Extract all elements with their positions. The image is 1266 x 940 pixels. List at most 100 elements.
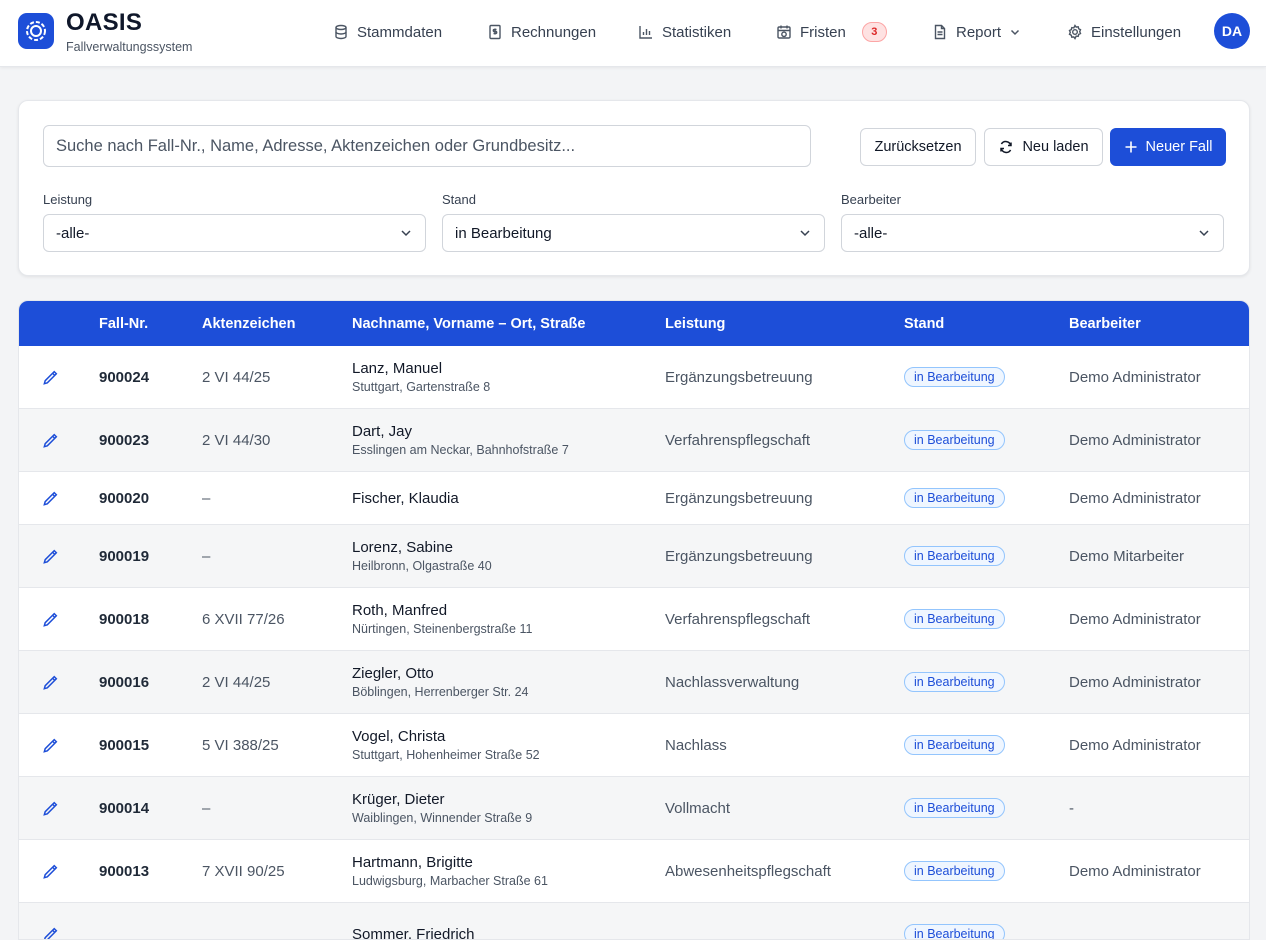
edit-icon[interactable] [42, 525, 59, 587]
table-row[interactable]: 900018 6 XVII 77/26 Roth, ManfredNürting… [19, 588, 1250, 651]
file-reference: 5 VI 388/25 [202, 737, 279, 754]
assignee: - [1069, 800, 1074, 817]
reload-button-label: Neu laden [1022, 139, 1088, 155]
reset-button[interactable]: Zurücksetzen [860, 128, 976, 166]
bearbeiter-select[interactable]: -alle- [841, 214, 1224, 252]
table-row[interactable]: 900019 – Lorenz, Sabine Heilbronn, Olgast… [19, 525, 1250, 588]
status-badge: in Bearbeitung [904, 861, 1005, 881]
person-address: Stuttgart, Gartenstraße 8 [352, 380, 490, 394]
person-name: Dart, Jay [352, 423, 569, 440]
case-number: 900014 [99, 800, 149, 817]
table-row[interactable]: Sommer, Friedrich in Bearbeitung [19, 903, 1250, 940]
person-name: Vogel, Christa [352, 728, 540, 745]
nav-einstellungen[interactable]: Einstellungen [1067, 20, 1181, 44]
reset-button-label: Zurücksetzen [874, 139, 961, 155]
column-header-aktenzeichen[interactable]: Aktenzeichen [202, 301, 295, 346]
file-reference: 6 XVII 77/26 [202, 611, 285, 628]
app-logo-icon[interactable] [18, 13, 54, 49]
person-name: Ziegler, Otto [352, 665, 529, 682]
new-case-button[interactable]: Neuer Fall [1110, 128, 1226, 166]
chevron-down-icon [1197, 226, 1211, 240]
new-case-button-label: Neuer Fall [1146, 139, 1213, 155]
table-row[interactable]: 900024 2 VI 44/25 Lanz, ManuelStuttgart,… [19, 346, 1250, 409]
column-header-name[interactable]: Nachname, Vorname – Ort, Straße [352, 301, 585, 346]
person-name: Roth, Manfred [352, 602, 532, 619]
person-name: Lorenz, Sabine [352, 539, 492, 556]
table-row[interactable]: 900013 7 XVII 90/25 Hartmann, BrigitteLu… [19, 840, 1250, 903]
nav-report[interactable]: Report [932, 20, 1021, 44]
assignee: Demo Administrator [1069, 611, 1201, 628]
table-row[interactable]: 900016 2 VI 44/25 Ziegler, OttoBöblingen… [19, 651, 1250, 714]
edit-icon[interactable] [42, 409, 59, 471]
document-icon [932, 24, 948, 40]
person-address: Heilbronn, Olgastraße 40 [352, 559, 492, 573]
person-name: Lanz, Manuel [352, 360, 490, 377]
nav-statistiken-label: Statistiken [662, 24, 731, 41]
service-type: Verfahrenspflegschaft [665, 611, 810, 628]
chevron-down-icon [399, 226, 413, 240]
person-address: Nürtingen, Steinenbergstraße 11 [352, 622, 532, 636]
case-number: 900020 [99, 490, 149, 507]
refresh-icon [998, 139, 1014, 155]
service-type: Abwesenheitspflegschaft [665, 863, 831, 880]
nav-fristen[interactable]: Fristen 3 [776, 20, 887, 44]
calendar-clock-icon [776, 24, 792, 40]
service-type: Ergänzungsbetreuung [665, 369, 813, 386]
case-number: 900016 [99, 674, 149, 691]
reload-button[interactable]: Neu laden [984, 128, 1103, 166]
search-input[interactable] [43, 125, 811, 167]
file-reference: – [202, 548, 210, 565]
edit-icon[interactable] [42, 346, 59, 408]
edit-icon[interactable] [42, 472, 59, 524]
person-address: Stuttgart, Hohenheimer Straße 52 [352, 748, 540, 762]
service-type: Nachlassverwaltung [665, 674, 799, 691]
file-reference: – [202, 490, 210, 507]
table-row[interactable]: 900020 – Fischer, Klaudia Ergänzungsbetr… [19, 472, 1250, 525]
status-badge: in Bearbeitung [904, 924, 1005, 940]
file-reference: 2 VI 44/30 [202, 432, 270, 449]
file-reference: 7 XVII 90/25 [202, 863, 285, 880]
file-reference: 2 VI 44/25 [202, 369, 270, 386]
nav-stammdaten[interactable]: Stammdaten [333, 20, 442, 44]
person-name: Fischer, Klaudia [352, 490, 459, 507]
leistung-label: Leistung [43, 192, 92, 207]
edit-icon[interactable] [42, 588, 59, 650]
edit-icon[interactable] [42, 714, 59, 776]
column-header-stand[interactable]: Stand [904, 301, 944, 346]
column-header-leistung[interactable]: Leistung [665, 301, 725, 346]
edit-icon[interactable] [42, 840, 59, 902]
user-avatar[interactable]: DA [1214, 13, 1250, 49]
file-reference: 2 VI 44/25 [202, 674, 270, 691]
chevron-down-icon [1009, 26, 1021, 38]
filter-panel: Zurücksetzen Neu laden Neuer Fall Leistu… [18, 100, 1250, 276]
invoice-icon [487, 24, 503, 40]
table-row[interactable]: 900014 – Krüger, DieterWaiblingen, Winne… [19, 777, 1250, 840]
table-row[interactable]: 900023 2 VI 44/30 Dart, JayEsslingen am … [19, 409, 1250, 472]
person-address: Waiblingen, Winnender Straße 9 [352, 811, 532, 825]
assignee: Demo Administrator [1069, 863, 1201, 880]
stand-select[interactable]: in Bearbeitung [442, 214, 825, 252]
person-name: Hartmann, Brigitte [352, 854, 548, 871]
nav-rechnungen[interactable]: Rechnungen [487, 20, 596, 44]
edit-icon[interactable] [42, 903, 59, 940]
table-row[interactable]: 900015 5 VI 388/25 Vogel, Christa Stuttga… [19, 714, 1250, 777]
status-badge: in Bearbeitung [904, 546, 1005, 566]
case-number: 900019 [99, 548, 149, 565]
bearbeiter-select-value: -alle- [854, 225, 887, 242]
table-header: Fall-Nr. Aktenzeichen Nachname, Vorname … [19, 301, 1250, 346]
nav-statistiken[interactable]: Statistiken [638, 20, 731, 44]
service-type: Nachlass [665, 737, 727, 754]
status-badge: in Bearbeitung [904, 367, 1005, 387]
leistung-select[interactable]: -alle- [43, 214, 426, 252]
case-number: 900015 [99, 737, 149, 754]
status-badge: in Bearbeitung [904, 609, 1005, 629]
edit-icon[interactable] [42, 777, 59, 839]
assignee: Demo Administrator [1069, 490, 1201, 507]
status-badge: in Bearbeitung [904, 672, 1005, 692]
column-header-fallnr[interactable]: Fall-Nr. [99, 301, 148, 346]
service-type: Ergänzungsbetreuung [665, 548, 813, 565]
column-header-bearbeiter[interactable]: Bearbeiter [1069, 301, 1141, 346]
nav-stammdaten-label: Stammdaten [357, 24, 442, 41]
assignee: Demo Administrator [1069, 369, 1201, 386]
edit-icon[interactable] [42, 651, 59, 713]
